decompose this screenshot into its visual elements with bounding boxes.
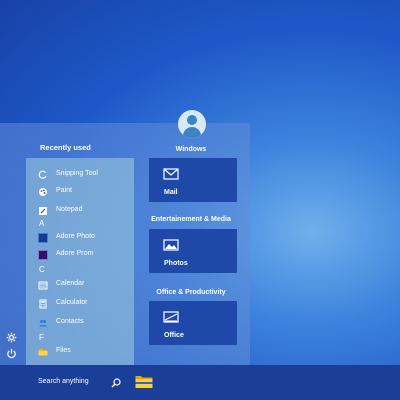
app-item-files[interactable]: Files: [26, 344, 134, 360]
tile-label: Mail: [164, 189, 178, 196]
files-folder-icon[interactable]: [135, 375, 153, 389]
mail-icon: [163, 167, 179, 180]
letter-divider-c[interactable]: C: [39, 265, 45, 274]
letter-divider-f[interactable]: F: [39, 333, 44, 342]
app-item-snipping-tool[interactable]: Snipping Tool: [26, 167, 134, 183]
search-input[interactable]: Search anything: [38, 378, 89, 385]
settings-icon[interactable]: [4, 332, 18, 346]
adore-prom-icon: [38, 250, 48, 260]
snipping-tool-icon: [38, 170, 48, 180]
user-avatar-icon[interactable]: [178, 110, 206, 138]
section-title-office: Office & Productivity: [156, 289, 226, 296]
section-title-entertainment: Entertainement & Media: [151, 216, 231, 223]
recently-used-heading: Recently used: [40, 143, 91, 152]
app-item-label: Adore Prom: [56, 250, 94, 257]
tile-mail[interactable]: Mail: [149, 158, 237, 202]
calculator-icon: [38, 299, 48, 309]
tile-label: Office: [164, 332, 184, 339]
tile-label: Photos: [164, 260, 188, 267]
contacts-icon: [38, 318, 48, 328]
app-item-label: Calendar: [56, 280, 85, 287]
app-item-contacts[interactable]: Contacts: [26, 315, 134, 331]
photos-icon: [163, 238, 179, 251]
tile-photos[interactable]: Photos: [149, 229, 237, 273]
search-icon[interactable]: [110, 376, 122, 388]
calendar-icon: [38, 280, 48, 290]
tile-office[interactable]: Office: [149, 301, 237, 345]
notepad-icon: [38, 206, 48, 216]
app-item-adore-prom[interactable]: Adore Prom: [26, 247, 134, 263]
letter-divider-a[interactable]: A: [39, 219, 44, 228]
taskbar: Search anything: [0, 365, 400, 400]
adore-photo-icon: [38, 233, 48, 243]
app-item-notepad[interactable]: Notepad: [26, 203, 134, 219]
app-item-paint[interactable]: Paint: [26, 184, 134, 200]
app-item-label: Contacts: [56, 318, 84, 325]
app-list: Snipping Tool Paint Notepad A Adore Phot…: [26, 158, 134, 365]
app-item-label: Files: [56, 347, 71, 354]
paint-icon: [38, 187, 48, 197]
app-item-label: Paint: [56, 187, 72, 194]
app-item-label: Notepad: [56, 206, 83, 213]
desktop: Recently used Snipping Tool Paint Notepa…: [0, 0, 400, 400]
app-item-label: Calculator: [56, 299, 88, 306]
files-icon: [38, 347, 48, 357]
app-item-label: Adore Photo: [56, 233, 95, 240]
section-title-windows: Windows: [175, 146, 207, 153]
app-item-calculator[interactable]: Calculator: [26, 296, 134, 312]
office-icon: [163, 310, 179, 323]
app-item-adore-photo[interactable]: Adore Photo: [26, 230, 134, 246]
power-icon[interactable]: [4, 348, 18, 362]
app-item-calendar[interactable]: Calendar: [26, 277, 134, 293]
app-item-label: Snipping Tool: [56, 170, 98, 177]
